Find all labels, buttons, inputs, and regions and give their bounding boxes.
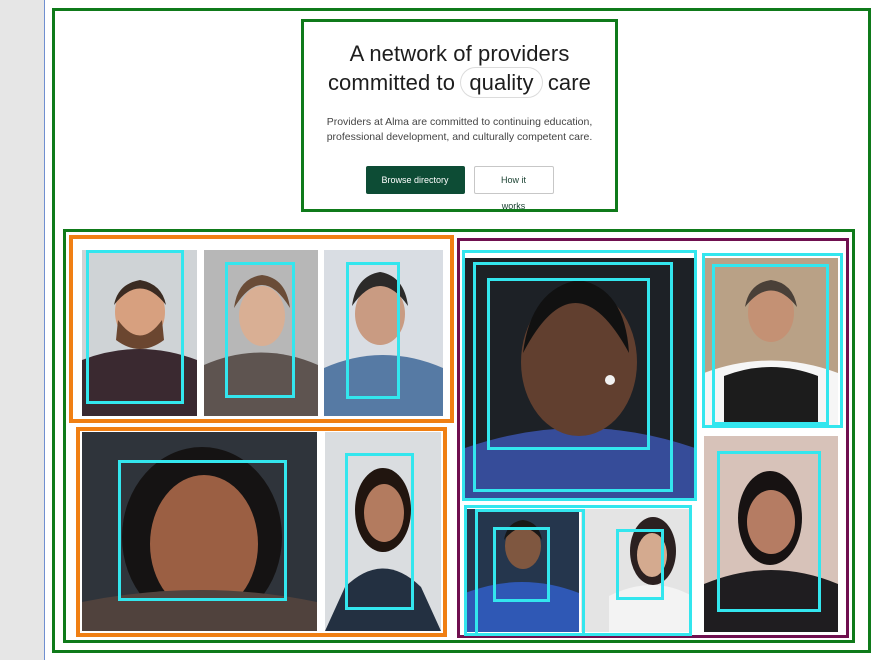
hero-actions: Browse directory How it works — [304, 166, 615, 211]
browse-directory-button[interactable]: Browse directory — [365, 166, 465, 194]
headline-accent: quality — [461, 68, 541, 97]
how-it-works-button[interactable]: How it works — [473, 166, 554, 211]
provider-photo-woman-curly-hair-smiling — [82, 432, 317, 631]
headline-suffix: care — [541, 70, 592, 95]
page: A network of providers committed to qual… — [44, 0, 884, 660]
provider-photo-man-glasses-hand-on-chin — [324, 250, 443, 416]
provider-photo-woman-hair-pulled-back — [465, 258, 695, 501]
provider-photo-woman-asian — [581, 509, 692, 632]
headline-line-1: A network of providers — [349, 41, 570, 66]
hero-card: A network of providers committed to qual… — [301, 19, 618, 212]
hero-subtitle: Providers at Alma are committed to conti… — [326, 116, 593, 143]
page-title: A network of providers committed to qual… — [304, 39, 615, 97]
provider-photo-woman-long-dark-hair — [325, 432, 441, 631]
headline-prefix: committed to — [327, 70, 456, 95]
provider-photo-man-glasses-plaid — [82, 250, 197, 416]
provider-photo-man-gray-beard — [704, 258, 838, 426]
provider-photo-woman-short-hair — [204, 250, 318, 416]
provider-photo-man-blue-shirt — [465, 509, 579, 632]
provider-photo-woman-dark-hair-black-top — [704, 436, 838, 632]
browser-viewport: A network of providers committed to qual… — [0, 0, 884, 660]
headline-line-2: committed to quality care — [304, 68, 615, 97]
